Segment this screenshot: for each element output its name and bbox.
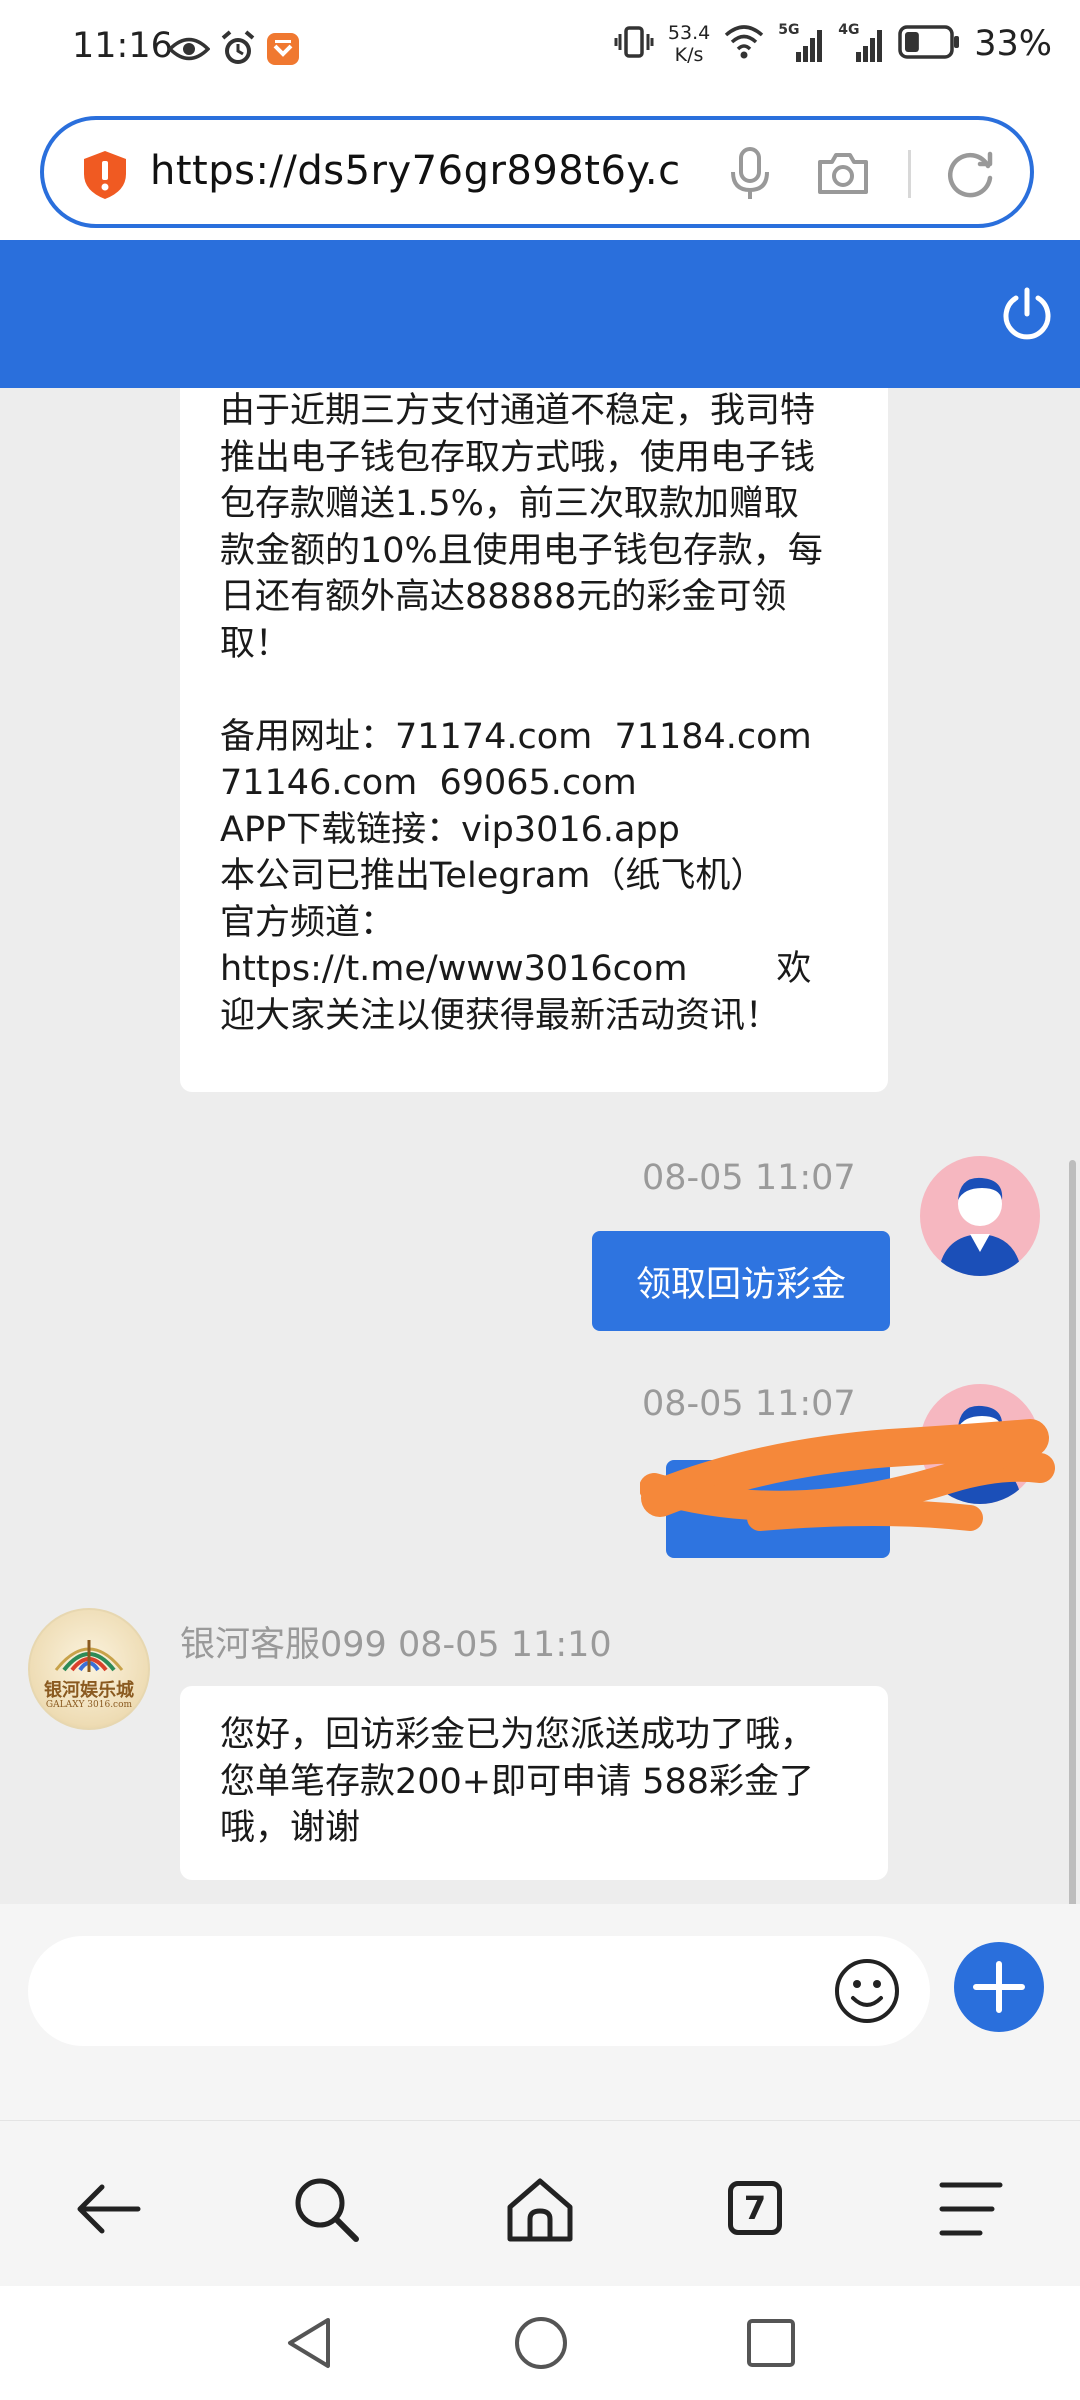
alarm-icon	[220, 30, 256, 72]
message-bubble-incoming: 您好，回访彩金已为您派送成功了哦， 您单笔存款200+即可申请 588彩金了 哦…	[180, 1686, 888, 1880]
tabs-icon[interactable]: 7	[716, 2169, 796, 2249]
browser-toolbar: 7	[0, 2120, 1080, 2287]
signal-icon: 4G	[838, 22, 884, 64]
security-shield-icon[interactable]	[82, 150, 128, 200]
agent-avatar[interactable]: 银河娱乐城 GALAXY 3016.com	[28, 1608, 150, 1730]
message-bubble-incoming: 由于近期三方支付通道不稳定，我司特 推出电子钱包存取方式哦，使用电子钱 包存款赠…	[180, 388, 888, 1092]
status-bar: 11:16 53.4 K/s 5G 4G 33%	[0, 0, 1080, 104]
back-arrow-icon[interactable]	[68, 2169, 148, 2249]
chat-area[interactable]: 由于近期三方支付通道不稳定，我司特 推出电子钱包存取方式哦，使用电子钱 包存款赠…	[0, 388, 1080, 1904]
message-timestamp: 08-05 11:07	[642, 1158, 856, 1198]
system-recents-icon[interactable]	[744, 2314, 798, 2376]
menu-icon[interactable]	[932, 2169, 1012, 2249]
tab-count: 7	[728, 2181, 782, 2235]
message-input[interactable]	[28, 1936, 930, 2046]
system-back-icon[interactable]	[282, 2314, 336, 2376]
microphone-icon[interactable]	[728, 146, 772, 206]
message-text: 领取回访彩金	[635, 1264, 846, 1305]
chat-scrollbar[interactable]	[1069, 1160, 1076, 1904]
redaction-scribble	[639, 1418, 1060, 1548]
net-speed: 53.4 K/s	[668, 22, 710, 66]
message-text: 您好，回访彩金已为您派送成功了哦， 您单笔存款200+即可申请 588彩金了 哦…	[220, 1715, 816, 1848]
eye-icon	[167, 34, 211, 68]
system-navigation-bar	[0, 2286, 1080, 2400]
battery-icon	[898, 25, 960, 63]
refresh-icon[interactable]	[944, 148, 996, 204]
emoji-icon[interactable]	[832, 1956, 902, 2030]
message-bubble-outgoing[interactable]: 领取回访彩金	[592, 1231, 890, 1331]
message-input-bar	[0, 1904, 1080, 2120]
app-badge-icon	[266, 32, 300, 70]
camera-icon[interactable]	[816, 150, 870, 200]
signal-icon: 5G	[778, 22, 824, 64]
address-bar[interactable]: https://ds5ry76gr898t6y.c	[40, 116, 1034, 228]
address-divider	[908, 150, 911, 198]
message-timestamp: 08-05 11:10	[397, 1625, 612, 1665]
home-icon[interactable]	[500, 2169, 580, 2249]
agent-logo-title: 银河娱乐城	[44, 1680, 134, 1701]
message-text: 由于近期三方支付通道不稳定，我司特 推出电子钱包存取方式哦，使用电子钱 包存款赠…	[220, 391, 823, 1036]
agent-logo-subtitle: GALAXY 3016.com	[45, 1700, 133, 1710]
plus-icon[interactable]	[954, 1942, 1044, 2032]
net-speed-unit: K/s	[674, 44, 704, 66]
status-right-group: 53.4 K/s 5G 4G 33%	[614, 22, 1052, 66]
net-speed-value: 53.4	[667, 22, 711, 44]
sender-name: 银河客服099	[180, 1625, 387, 1665]
battery-percent: 33%	[974, 24, 1052, 64]
search-icon[interactable]	[286, 2169, 366, 2249]
sender-line: 银河客服099 08-05 11:10	[180, 1616, 612, 1667]
power-icon[interactable]	[998, 286, 1056, 348]
wifi-icon	[724, 25, 764, 63]
system-home-icon[interactable]	[512, 2314, 570, 2376]
url-field[interactable]: https://ds5ry76gr898t6y.c	[150, 148, 730, 194]
status-time: 11:16	[72, 26, 173, 66]
user-avatar[interactable]	[920, 1156, 1040, 1276]
chat-header	[0, 240, 1080, 388]
vibrate-icon	[614, 22, 654, 66]
